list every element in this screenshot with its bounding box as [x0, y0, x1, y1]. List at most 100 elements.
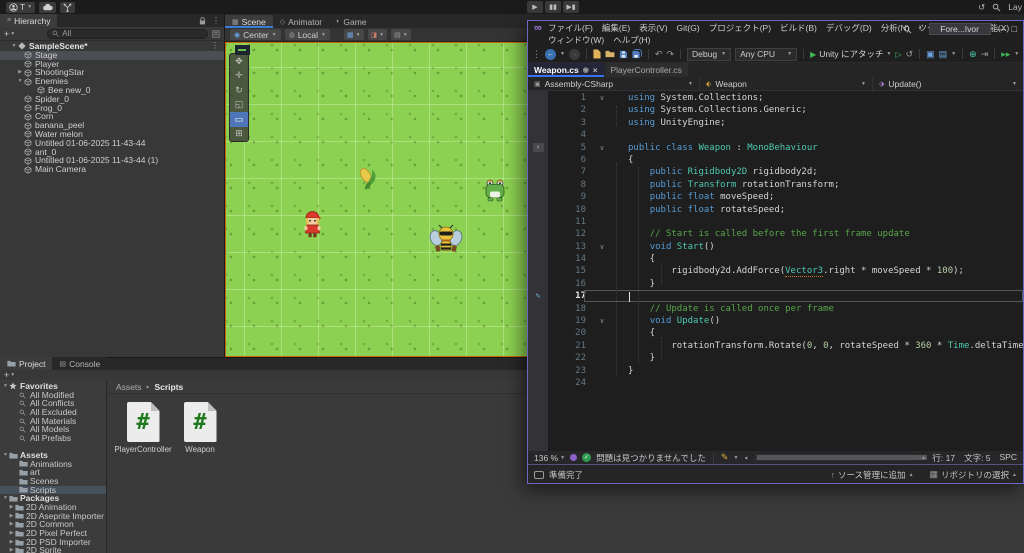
code-editor[interactable]: 1∨using System.Collections;2using System… — [528, 91, 1023, 451]
fold-chevron[interactable]: ∨ — [594, 142, 610, 154]
code-line[interactable]: 8 public Transform rotationTransform; — [528, 179, 1023, 191]
step-icons[interactable]: ⇥ — [981, 49, 989, 60]
breakpoint-margin[interactable] — [528, 92, 548, 104]
pin-icon[interactable]: ◉ — [583, 66, 589, 74]
tab-scene[interactable]: ▦ Scene — [225, 15, 273, 28]
tab-weapon-cs[interactable]: Weapon.cs ◉ × — [528, 63, 604, 77]
undo-button[interactable]: ↶ — [655, 49, 663, 60]
panel-menu-icon[interactable]: ⋮ — [211, 42, 224, 51]
new-file-button[interactable] — [593, 49, 601, 59]
expand-arrow[interactable]: ▶ — [16, 68, 24, 77]
breakpoint-margin[interactable] — [528, 327, 548, 339]
expand-arrow[interactable]: ▼ — [16, 77, 24, 86]
breadcrumb-assets[interactable]: Assets — [116, 382, 142, 392]
find-in-files-icon[interactable]: ▣ — [926, 49, 935, 60]
expand-arrow[interactable]: ▶ — [8, 512, 15, 521]
expand-arrow[interactable]: ▶ — [8, 503, 15, 512]
code-line[interactable]: 18 // Update is called once per frame — [528, 303, 1023, 315]
attach-to-unity-button[interactable]: ▶ Unity にアタッチ ▼ — [810, 48, 891, 60]
open-folder-button[interactable] — [605, 50, 615, 58]
code-line[interactable]: 23} — [528, 365, 1023, 377]
feedback-icon[interactable] — [534, 471, 544, 479]
pivot-toggle-button[interactable]: ◉ Center ▼ — [230, 29, 281, 40]
add-asset-button[interactable]: +▼ — [4, 370, 15, 380]
expand-arrow[interactable]: ▶ — [8, 520, 15, 529]
menu-item[interactable]: 編集(E) — [602, 22, 630, 34]
code-line[interactable]: 6{ — [528, 154, 1023, 166]
tab-hierarchy[interactable]: ≡ Hierarchy — [0, 14, 57, 27]
hierarchy-item[interactable]: Bee new_0 — [0, 86, 224, 95]
chevron-down-icon[interactable]: ▼ — [560, 51, 565, 57]
hierarchy-search-input[interactable] — [62, 29, 203, 38]
hierarchy-item[interactable]: Untitled 01-06-2025 11-43-44 (1) — [0, 156, 224, 165]
measure-button[interactable]: ▤▼ — [391, 29, 411, 40]
close-icon[interactable]: × — [593, 66, 598, 75]
navigate-forward-button[interactable]: → — [569, 49, 580, 60]
tab-game[interactable]: ◐ Game — [329, 15, 373, 28]
code-line[interactable]: 9 public float moveSpeed; — [528, 191, 1023, 203]
step-button[interactable]: ▶▮ — [563, 1, 579, 13]
liveshare-icon[interactable] — [570, 454, 577, 461]
fold-chevron[interactable]: ∨ — [594, 241, 610, 253]
code-line[interactable]: 1∨using System.Collections; — [528, 92, 1023, 104]
code-line[interactable]: 13∨ void Start() — [528, 241, 1023, 253]
scroll-right-arrow[interactable]: ▼ — [922, 455, 928, 460]
platform-dropdown[interactable]: Any CPU▼ — [735, 48, 797, 61]
solution-name-box[interactable]: Fore...Ivor — [929, 23, 991, 35]
project-dropdown[interactable]: ▣ Assembly-CSharp ▼ — [528, 77, 700, 90]
menu-item[interactable]: ウィンドウ(W) — [548, 34, 604, 46]
breakpoint-margin[interactable] — [528, 303, 548, 315]
zoom-dropdown[interactable]: 136 % ▼ — [534, 453, 565, 463]
add-source-control-button[interactable]: ↑ ソース管理に追加 ▲ — [830, 469, 913, 481]
menu-item[interactable]: ビルド(B) — [780, 22, 817, 34]
bee-sprite[interactable] — [429, 225, 463, 258]
minimize-button[interactable]: — — [997, 24, 1006, 34]
expand-arrow[interactable]: ▶ — [8, 538, 15, 547]
code-line[interactable]: 12 // Start is called before the first f… — [528, 228, 1023, 240]
code-line[interactable]: 10 public float rotateSpeed; — [528, 204, 1023, 216]
tree-package-folder[interactable]: ▶2D Sprite — [0, 546, 106, 553]
hierarchy-item[interactable]: banana_peel — [0, 121, 224, 130]
configuration-dropdown[interactable]: Debug▼ — [687, 48, 731, 61]
tree-asset-folder[interactable]: Animations — [0, 460, 106, 469]
code-cleanup-icon[interactable]: ✎ — [721, 452, 729, 463]
breakpoint-margin[interactable] — [528, 228, 548, 240]
save-button[interactable] — [619, 50, 628, 59]
breakpoint-margin[interactable] — [528, 154, 548, 166]
chevron-down-icon[interactable]: ▼ — [1014, 51, 1019, 57]
layers-dropdown[interactable]: Lay — [1008, 2, 1022, 12]
orientation-toggle-button[interactable]: ◍ Local ▼ — [285, 29, 330, 40]
hot-reload-button[interactable]: ↺ — [906, 49, 914, 60]
hierarchy-scene-root[interactable]: ▼SampleScene*⋮ — [0, 42, 224, 51]
code-line[interactable]: 21 rotationTransform.Rotate(0, 0, rotate… — [528, 340, 1023, 352]
player-sprite[interactable] — [303, 210, 322, 241]
filter-icon[interactable] — [212, 30, 220, 38]
navigate-back-button[interactable]: ← — [545, 49, 556, 60]
save-all-button[interactable] — [632, 49, 642, 59]
menu-item[interactable]: Git(G) — [677, 23, 700, 33]
expand-arrow[interactable]: ▼ — [2, 382, 9, 391]
snap-increment-button[interactable]: ◨▼ — [368, 29, 388, 40]
expand-arrow[interactable]: ▶ — [8, 529, 15, 538]
breakpoint-margin[interactable] — [528, 365, 548, 377]
expand-arrow[interactable]: ▶ — [8, 546, 15, 553]
breakpoint-icons[interactable]: ▸▸ — [1001, 49, 1010, 60]
hierarchy-item[interactable]: Frog_0 — [0, 104, 224, 113]
breakpoint-margin[interactable] — [528, 340, 548, 352]
redo-button[interactable]: ↷ — [667, 49, 675, 60]
frog-sprite[interactable] — [483, 179, 507, 204]
grid-snapping-button[interactable]: ▦▼ — [344, 29, 364, 40]
breakpoint-margin[interactable] — [528, 278, 548, 290]
breakpoint-margin[interactable] — [528, 179, 548, 191]
scrollbar-thumb[interactable] — [757, 455, 927, 460]
code-line[interactable]: ✎17 — [528, 290, 1023, 302]
watch-icon[interactable]: ⊕ — [969, 49, 977, 60]
move-tool[interactable]: ✛ — [230, 69, 248, 84]
code-line[interactable]: 2using System.Collections.Generic; — [528, 104, 1023, 116]
code-line[interactable]: 14 { — [528, 253, 1023, 265]
pause-button[interactable]: ▮▮ — [545, 1, 561, 13]
breakpoint-margin[interactable] — [528, 377, 548, 389]
tab-console[interactable]: ▤ Console — [52, 357, 107, 370]
unity-account-button[interactable]: T ▼ — [6, 2, 35, 13]
breakpoint-margin[interactable]: ✎ — [528, 290, 548, 302]
